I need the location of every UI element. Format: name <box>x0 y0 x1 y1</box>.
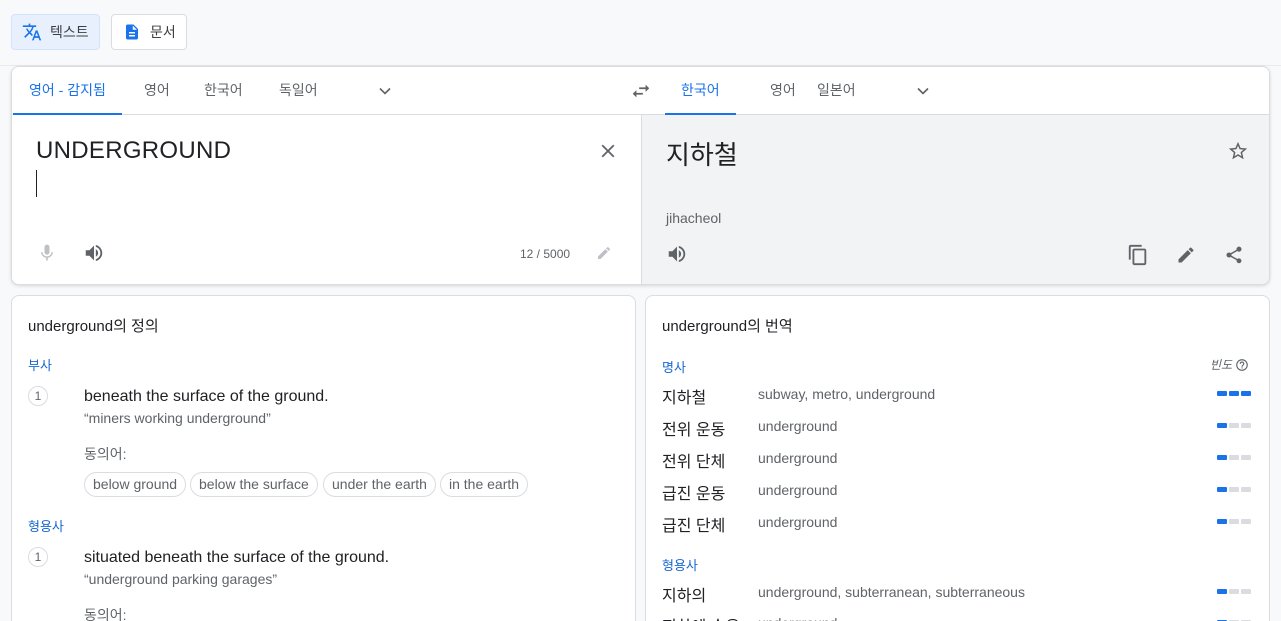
source-lang-more-button[interactable] <box>373 79 397 103</box>
translation-synonyms[interactable]: underground, subterranean, subterraneous <box>758 584 1025 600</box>
close-icon <box>601 144 615 158</box>
frequency-bar <box>1217 455 1251 460</box>
frequency-label: 빈도 <box>1210 358 1233 372</box>
document-mode-label: 문서 <box>150 24 176 40</box>
target-lang-more-button[interactable] <box>911 79 935 103</box>
document-icon <box>122 22 142 42</box>
translation-row: 전위 단체 underground <box>662 444 1257 472</box>
source-lang-tab-korean[interactable]: 한국어 <box>188 67 259 115</box>
translation-row: 지하철 subway, metro, underground <box>662 380 1257 408</box>
translations-panel: underground의 번역 명사 빈도 지하철 subway, metro,… <box>645 295 1270 621</box>
listen-source-button[interactable] <box>82 241 106 265</box>
frequency-bar <box>1217 487 1251 492</box>
translate-icon <box>22 22 42 42</box>
definition-example: “underground parking garages” <box>84 571 278 587</box>
frequency-bar <box>1217 423 1251 428</box>
microphone-button[interactable] <box>35 241 59 265</box>
translation-synonyms[interactable]: underground <box>758 450 837 466</box>
character-counter: 12 / 5000 <box>520 247 571 261</box>
translation-word: 전위 운동 <box>662 422 726 439</box>
part-of-speech-adjective: 형용사 <box>28 519 64 534</box>
help-icon[interactable] <box>1235 358 1249 372</box>
synonyms-label: 동의어: <box>84 607 127 621</box>
frequency-bar <box>1217 589 1251 594</box>
source-lang-tab-german[interactable]: 독일어 <box>263 67 334 115</box>
definition-text: situated beneath the surface of the grou… <box>84 549 390 566</box>
speaker-icon <box>668 245 686 263</box>
copy-icon <box>1128 244 1147 266</box>
translation-card: 영어 - 감지됨 영어 한국어 독일어 한국어 영어 일본어 UNDERGROU… <box>11 66 1270 285</box>
translation-row: 지하에 숨은 underground <box>662 609 1257 621</box>
pencil-icon <box>598 246 611 259</box>
definitions-title: underground의 정의 <box>28 318 159 335</box>
translated-text: 지하철 <box>666 140 738 170</box>
frequency-bar <box>1217 391 1251 396</box>
translation-row: 급진 단체 underground <box>662 508 1257 536</box>
language-bar: 영어 - 감지됨 영어 한국어 독일어 한국어 영어 일본어 <box>12 67 1269 115</box>
synonym-chip[interactable]: below ground <box>84 472 187 497</box>
source-lang-tab-detected[interactable]: 영어 - 감지됨 <box>13 67 122 115</box>
text-mode-button[interactable]: 텍스트 <box>11 14 100 50</box>
translation-synonyms[interactable]: underground <box>758 482 837 498</box>
swap-languages-button[interactable] <box>627 79 655 103</box>
text-caret <box>36 170 37 197</box>
swap-icon <box>632 84 650 98</box>
translation-word: 급진 단체 <box>662 518 726 535</box>
frequency-header: 빈도 <box>1210 356 1249 373</box>
translation-synonyms[interactable]: underground <box>758 514 837 530</box>
pencil-icon <box>1178 247 1194 263</box>
translation-word: 지하철 <box>662 390 707 407</box>
translation-synonyms[interactable]: subway, metro, underground <box>758 386 935 402</box>
speaker-icon <box>85 244 103 262</box>
definition-number: 1 <box>28 547 48 567</box>
translation-word: 급진 운동 <box>662 486 726 503</box>
text-mode-label: 텍스트 <box>50 24 89 40</box>
source-text-input[interactable]: UNDERGROUND <box>36 137 231 165</box>
microphone-icon <box>41 244 53 261</box>
chevron-down-icon <box>379 87 391 95</box>
edit-translation-button[interactable] <box>1173 242 1199 268</box>
save-translation-button[interactable] <box>1226 139 1250 163</box>
part-of-speech-adverb: 부사 <box>28 358 52 373</box>
chevron-down-icon <box>917 87 929 95</box>
source-panel[interactable]: UNDERGROUND 12 / 5000 <box>12 115 641 284</box>
share-translation-button[interactable] <box>1221 242 1247 268</box>
top-bar: 텍스트 문서 <box>0 0 1281 66</box>
synonym-chip[interactable]: below the surface <box>190 472 318 497</box>
translation-synonyms[interactable]: underground <box>758 418 837 434</box>
translation-row: 지하의 underground, subterranean, subterran… <box>662 578 1257 606</box>
frequency-bar <box>1217 519 1251 524</box>
translation-synonyms[interactable]: underground <box>758 615 837 621</box>
source-lang-tab-english[interactable]: 영어 <box>128 67 186 115</box>
target-lang-tab-korean[interactable]: 한국어 <box>665 67 736 115</box>
handwriting-button[interactable] <box>594 243 614 263</box>
definition-text: beneath the surface of the ground. <box>84 388 329 405</box>
synonym-chip[interactable]: under the earth <box>323 472 436 497</box>
star-icon <box>1228 141 1248 160</box>
synonyms-label: 동의어: <box>84 446 127 462</box>
target-panel: 지하철 jihacheol <box>641 115 1269 284</box>
share-icon <box>1226 246 1242 264</box>
part-of-speech-adjective: 형용사 <box>662 558 698 573</box>
definitions-panel: underground의 정의 부사 1 beneath the surface… <box>11 295 636 621</box>
listen-translation-button[interactable] <box>665 242 689 266</box>
translation-word: 전위 단체 <box>662 454 726 471</box>
copy-translation-button[interactable] <box>1125 242 1151 268</box>
clear-source-button[interactable] <box>596 139 620 163</box>
translation-word: 지하에 숨은 <box>662 613 740 621</box>
definition-example: “miners working underground” <box>84 410 271 426</box>
romanization-text: jihacheol <box>666 210 722 226</box>
target-lang-tab-japanese[interactable]: 일본어 <box>801 67 872 115</box>
translation-row: 전위 운동 underground <box>662 412 1257 440</box>
definition-number: 1 <box>28 386 48 406</box>
synonym-chip[interactable]: in the earth <box>440 472 529 497</box>
translation-word: 지하의 <box>662 588 707 605</box>
translations-title: underground의 번역 <box>662 318 793 335</box>
document-mode-button[interactable]: 문서 <box>111 14 187 50</box>
translation-row: 급진 운동 underground <box>662 476 1257 504</box>
part-of-speech-noun: 명사 <box>662 360 686 375</box>
